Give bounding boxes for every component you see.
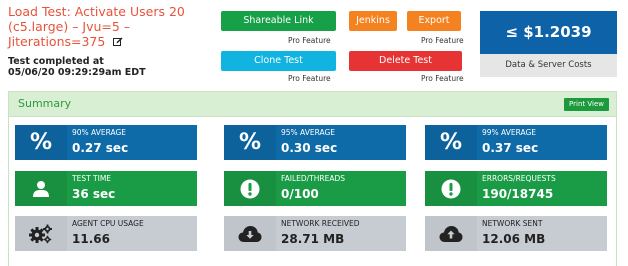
export-button[interactable]: Export [407,11,461,31]
percent-icon: % [15,125,67,160]
stat-label: NETWORK SENT [482,219,543,228]
stat-label: 99% AVERAGE [482,128,537,137]
completed-time: 05/06/20 09:29:29am EDT [8,67,146,78]
stat-card-test-time: TEST TIME 36 sec [15,171,197,206]
stat-value: 11.66 [72,232,110,246]
summary-header: Summary Print View [9,92,616,117]
pro-feature-label: Pro Feature [421,74,464,83]
stat-card-errors-requests: ERRORS/REQUESTS 190/18745 [425,171,607,206]
stat-value: 36 sec [72,187,116,201]
stat-label: ERRORS/REQUESTS [482,174,556,183]
alert-icon [425,171,477,206]
stat-label: FAILED/THREADS [281,174,346,183]
stat-card-90-average: % 90% AVERAGE 0.27 sec [15,125,197,160]
summary-title: Summary [18,97,72,110]
stat-card-99-average: % 99% AVERAGE 0.37 sec [425,125,607,160]
stat-value: 0.37 sec [482,141,539,155]
clone-test-button[interactable]: Clone Test [221,51,336,71]
edit-icon[interactable] [113,37,123,47]
test-title: Load Test: Activate Users 20 (c5.large) … [8,4,214,49]
pro-feature-label: Pro Feature [288,36,331,45]
gears-icon [15,216,67,251]
stat-card-failed-threads: FAILED/THREADS 0/100 [224,171,406,206]
cost-label: Data & Server Costs [480,54,617,77]
stat-card-network-received: NETWORK RECEIVED 28.71 MB [224,216,406,251]
stat-card-agent-cpu: AGENT CPU USAGE 11.66 [15,216,197,251]
stat-label: TEST TIME [72,174,112,183]
percent-icon: % [425,125,477,160]
user-icon [15,171,67,206]
cloud-upload-icon [425,216,477,251]
delete-test-button[interactable]: Delete Test [349,51,462,71]
stat-label: 95% AVERAGE [281,128,336,137]
percent-icon: % [224,125,276,160]
stat-label: 90% AVERAGE [72,128,127,137]
test-title-text: Load Test: Activate Users 20 (c5.large) … [8,4,185,49]
stat-value: 190/18745 [482,187,554,201]
stat-value: 0.27 sec [72,141,129,155]
stat-label: NETWORK RECEIVED [281,219,360,228]
stat-value: 0/100 [281,187,319,201]
pro-feature-label: Pro Feature [421,36,464,45]
completed-label: Test completed at [8,56,104,67]
alert-icon [224,171,276,206]
cloud-download-icon [224,216,276,251]
jenkins-button[interactable]: Jenkins [349,11,397,31]
shareable-link-button[interactable]: Shareable Link [221,11,336,31]
stat-card-95-average: % 95% AVERAGE 0.30 sec [224,125,406,160]
print-view-button[interactable]: Print View [564,98,609,111]
stat-value: 28.71 MB [281,232,345,246]
stat-value: 12.06 MB [482,232,546,246]
pro-feature-label: Pro Feature [288,74,331,83]
cost-value: ≤ $1.2039 [480,11,617,54]
stat-label: AGENT CPU USAGE [72,219,144,228]
stat-card-network-sent: NETWORK SENT 12.06 MB [425,216,607,251]
test-completed-info: Test completed at 05/06/20 09:29:29am ED… [8,56,208,78]
stat-value: 0.30 sec [281,141,338,155]
